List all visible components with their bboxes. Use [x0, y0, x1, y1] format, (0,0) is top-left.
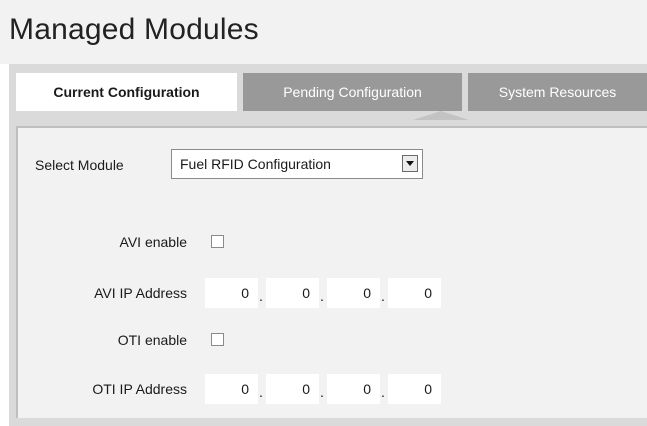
chevron-down-icon[interactable] [402, 155, 418, 172]
oti-ip-octet-4-value: 0 [424, 381, 432, 397]
avi-ip-octet-3-value: 0 [363, 285, 371, 301]
avi-ip-octet-2-value: 0 [302, 285, 310, 301]
page-title: Managed Modules [9, 13, 259, 46]
select-module-value: Fuel RFID Configuration [180, 156, 331, 172]
tab-notch [413, 111, 469, 120]
avi-enable-label: AVI enable [119, 234, 187, 250]
avi-enable-checkbox[interactable] [211, 235, 224, 248]
ip-separator: . [320, 288, 324, 304]
tab-system-resources[interactable]: System Resources [468, 73, 647, 111]
avi-ip-octet-4-value: 0 [424, 285, 432, 301]
tab-current-configuration[interactable]: Current Configuration [16, 73, 237, 111]
oti-enable-checkbox[interactable] [211, 333, 224, 346]
avi-ip-octet-1[interactable]: 0 [205, 278, 258, 308]
avi-ip-octet-4[interactable]: 0 [388, 278, 441, 308]
select-module-label: Select Module [35, 157, 124, 173]
avi-ip-octet-1-value: 0 [241, 285, 249, 301]
oti-ip-octet-4[interactable]: 0 [388, 374, 441, 404]
tab-bar: Current Configuration Pending Configurat… [9, 64, 647, 120]
ip-separator: . [320, 384, 324, 400]
ip-separator: . [381, 384, 385, 400]
ip-separator: . [381, 288, 385, 304]
oti-ip-octet-3-value: 0 [363, 381, 371, 397]
page-header: Managed Modules [0, 0, 647, 64]
oti-ip-octet-2[interactable]: 0 [266, 374, 319, 404]
select-module-dropdown[interactable]: Fuel RFID Configuration [171, 149, 423, 179]
avi-ip-label: AVI IP Address [94, 285, 187, 301]
oti-ip-label: OTI IP Address [92, 381, 187, 397]
oti-ip-octet-1[interactable]: 0 [205, 374, 258, 404]
ip-separator: . [259, 288, 263, 304]
oti-ip-octet-2-value: 0 [302, 381, 310, 397]
oti-enable-label: OTI enable [117, 332, 187, 348]
avi-ip-octet-3[interactable]: 0 [327, 278, 380, 308]
oti-ip-octet-3[interactable]: 0 [327, 374, 380, 404]
managed-modules-page: Managed Modules Current Configuration Pe… [0, 0, 647, 426]
ip-separator: . [259, 384, 263, 400]
avi-ip-octet-2[interactable]: 0 [266, 278, 319, 308]
tab-pending-configuration[interactable]: Pending Configuration [243, 73, 462, 111]
oti-ip-octet-1-value: 0 [241, 381, 249, 397]
